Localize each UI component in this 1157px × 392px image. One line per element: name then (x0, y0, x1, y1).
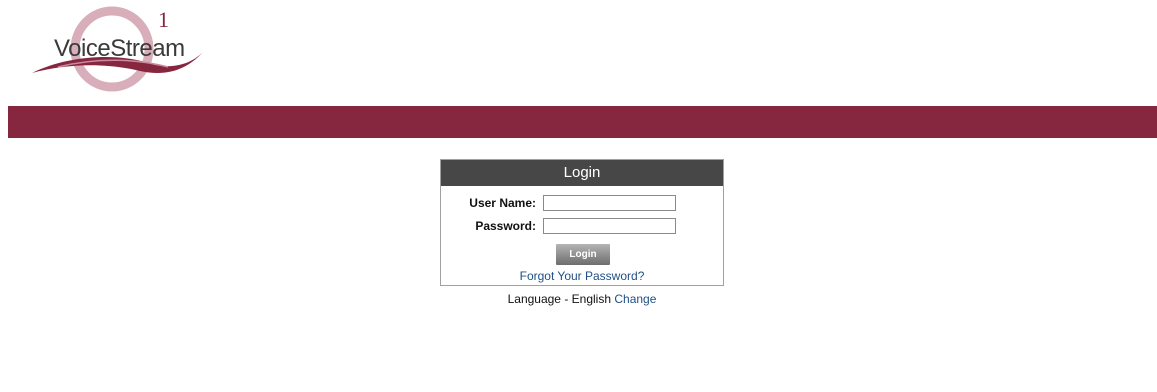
language-selector: Language - English Change (440, 292, 724, 306)
header-banner (8, 106, 1157, 138)
change-language-link[interactable]: Change (614, 292, 656, 306)
logo-text-stream: Stream (110, 35, 185, 62)
password-label: Password: (475, 219, 536, 233)
logo-superscript: 1 (158, 7, 169, 32)
password-row: Password: (441, 218, 723, 236)
forgot-password-link[interactable]: Forgot Your Password? (441, 269, 723, 283)
username-label: User Name: (469, 196, 536, 210)
logo-text: VoiceStream (54, 35, 185, 63)
page: 1 VoiceStream Login User Name: Password:… (0, 0, 1157, 392)
voicestream-logo: 1 VoiceStream (28, 5, 218, 103)
password-input[interactable] (543, 218, 676, 234)
username-row: User Name: (441, 195, 723, 213)
login-button[interactable]: Login (556, 244, 610, 265)
logo-text-voice: Voice (54, 35, 111, 62)
username-input[interactable] (543, 195, 676, 211)
login-panel: Login User Name: Password: Login Forgot … (440, 159, 724, 286)
login-panel-title: Login (441, 160, 723, 186)
language-label: Language - English (507, 292, 612, 306)
